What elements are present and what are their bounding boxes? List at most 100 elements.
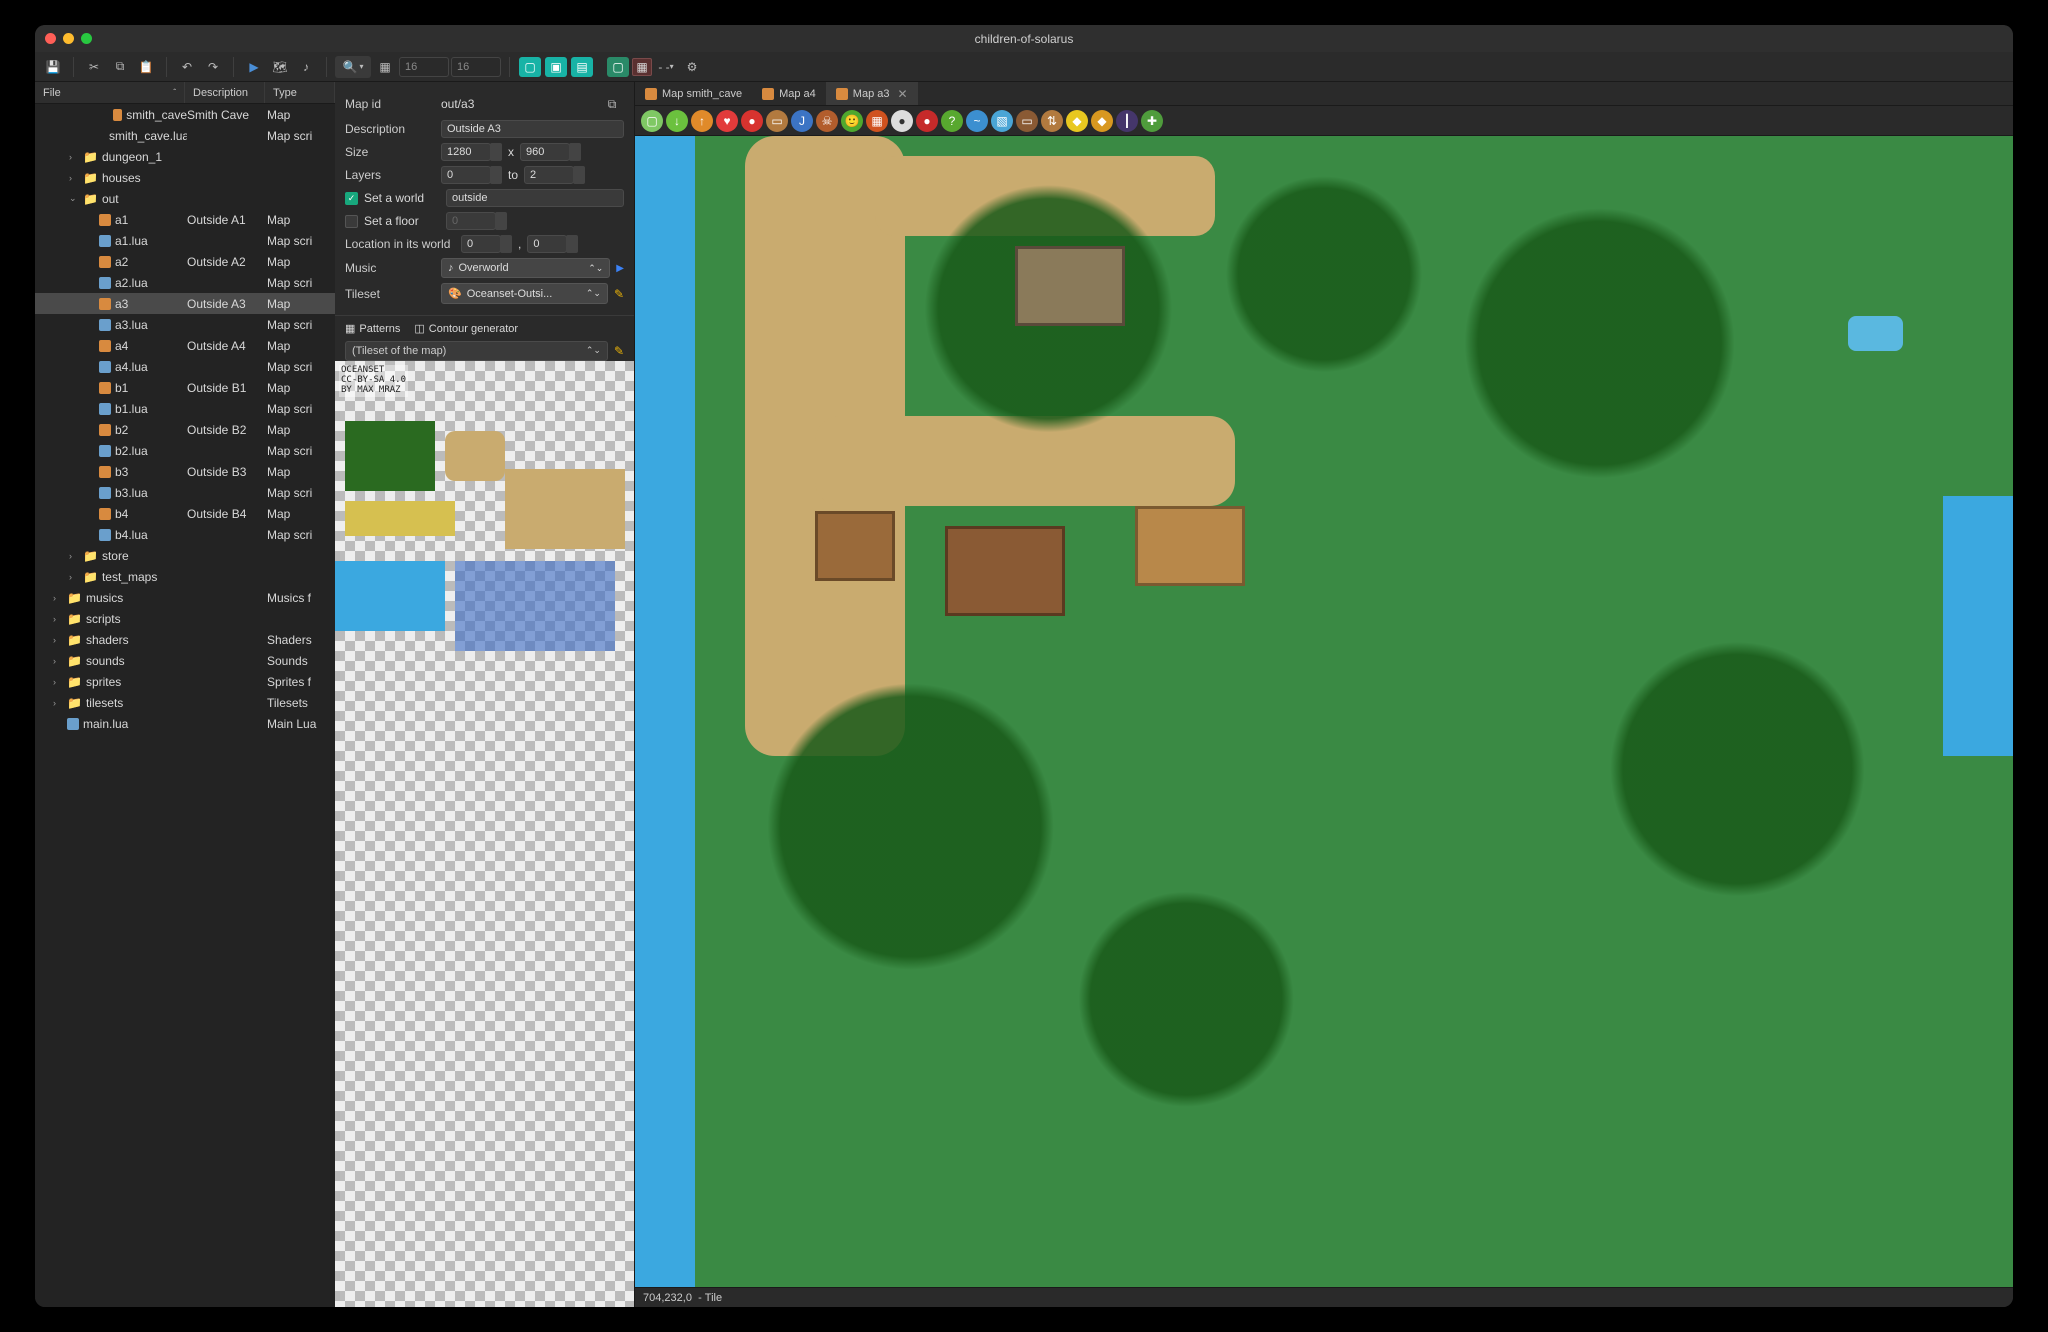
editor-tab[interactable]: Map smith_cave bbox=[635, 82, 752, 105]
stairs-icon[interactable]: ⇅ bbox=[1041, 110, 1063, 132]
col-type[interactable]: Type bbox=[265, 82, 335, 103]
tree-row[interactable]: b3Outside B3Map bbox=[35, 461, 335, 482]
world-input[interactable] bbox=[446, 189, 624, 207]
music-toggle-button[interactable]: ♪ bbox=[294, 56, 318, 78]
tree-row[interactable]: ›📁scripts bbox=[35, 608, 335, 629]
sensor-icon[interactable]: ● bbox=[916, 110, 938, 132]
tree-row[interactable]: ⌄📁out bbox=[35, 188, 335, 209]
col-file[interactable]: Fileˆ bbox=[35, 82, 185, 103]
file-tree[interactable]: smith_caveSmith CaveMapsmith_cave.luaMap… bbox=[35, 104, 335, 1307]
set-world-checkbox[interactable]: ✓ bbox=[345, 192, 358, 205]
tab-contour-generator[interactable]: ◫ Contour generator bbox=[414, 322, 518, 335]
jumper-icon[interactable]: J bbox=[791, 110, 813, 132]
editor-tab[interactable]: Map a3✕ bbox=[826, 82, 918, 105]
obstacles-toggle-button[interactable]: ▦ bbox=[632, 58, 652, 76]
undo-button[interactable]: ↶ bbox=[175, 56, 199, 78]
layer-2-button[interactable]: ▤ bbox=[571, 57, 593, 77]
tree-row[interactable]: ›📁test_maps bbox=[35, 566, 335, 587]
layer-0-button[interactable]: ▢ bbox=[519, 57, 541, 77]
expand-chevron-icon[interactable]: › bbox=[53, 635, 63, 645]
expand-chevron-icon[interactable]: › bbox=[69, 551, 79, 561]
door-icon[interactable]: ▭ bbox=[1016, 110, 1038, 132]
zoom-dropdown[interactable]: - - ▾ bbox=[654, 56, 678, 78]
separator-icon[interactable]: ┃ bbox=[1116, 110, 1138, 132]
stream-icon[interactable]: ▧ bbox=[991, 110, 1013, 132]
tree-row[interactable]: b2Outside B2Map bbox=[35, 419, 335, 440]
tree-row[interactable]: b2.luaMap scri bbox=[35, 440, 335, 461]
expand-chevron-icon[interactable]: › bbox=[53, 677, 63, 687]
tree-row[interactable]: main.luaMain Lua bbox=[35, 713, 335, 734]
set-floor-checkbox[interactable] bbox=[345, 215, 358, 228]
tree-row[interactable]: a2.luaMap scri bbox=[35, 272, 335, 293]
tree-row[interactable]: a4.luaMap scri bbox=[35, 356, 335, 377]
size-height-input[interactable] bbox=[520, 143, 570, 161]
dynamic-tile-icon[interactable]: ~ bbox=[966, 110, 988, 132]
col-description[interactable]: Description bbox=[185, 82, 265, 103]
crystal-icon[interactable]: ◆ bbox=[1066, 110, 1088, 132]
paste-button[interactable]: 📋 bbox=[134, 56, 158, 78]
chest-icon[interactable]: ▭ bbox=[766, 110, 788, 132]
tileset-edit-button[interactable]: ✎ bbox=[614, 287, 624, 301]
size-width-input[interactable] bbox=[441, 143, 491, 161]
tree-row[interactable]: a4Outside A4Map bbox=[35, 335, 335, 356]
copy-button[interactable]: ⧉ bbox=[108, 56, 132, 78]
tree-row[interactable]: b3.luaMap scri bbox=[35, 482, 335, 503]
layers-from-input[interactable] bbox=[441, 166, 491, 184]
run-map-button[interactable]: 🗺 bbox=[268, 56, 292, 78]
tree-row[interactable]: smith_caveSmith CaveMap bbox=[35, 104, 335, 125]
tree-row[interactable]: ›📁dungeon_1 bbox=[35, 146, 335, 167]
tree-row[interactable]: ›📁shadersShaders bbox=[35, 629, 335, 650]
tree-row[interactable]: ›📁store bbox=[35, 545, 335, 566]
expand-chevron-icon[interactable]: › bbox=[69, 173, 79, 183]
npc-icon[interactable]: 🙂 bbox=[841, 110, 863, 132]
wall-icon[interactable]: ✚ bbox=[1141, 110, 1163, 132]
save-button[interactable]: 💾 bbox=[41, 56, 65, 78]
tree-row[interactable]: ›📁musicsMusics f bbox=[35, 587, 335, 608]
settings-button[interactable]: ⚙ bbox=[680, 56, 704, 78]
grid-toggle-button[interactable]: ▦ bbox=[373, 56, 397, 78]
maximize-window-button[interactable] bbox=[81, 33, 92, 44]
tree-row[interactable]: smith_cave.luaMap scri bbox=[35, 125, 335, 146]
tab-patterns[interactable]: ▦ Patterns bbox=[345, 322, 400, 335]
block-icon[interactable]: ▦ bbox=[866, 110, 888, 132]
show-entities-button[interactable]: ▢ bbox=[607, 57, 629, 77]
cut-button[interactable]: ✂ bbox=[82, 56, 106, 78]
layers-to-input[interactable] bbox=[524, 166, 574, 184]
location-x-input[interactable] bbox=[461, 235, 501, 253]
crystal-block-icon[interactable]: ◆ bbox=[1091, 110, 1113, 132]
copy-id-button[interactable]: ⧉ bbox=[600, 93, 624, 115]
music-combo[interactable]: ♪ Overworld⌃⌄ bbox=[441, 258, 610, 278]
expand-chevron-icon[interactable]: › bbox=[53, 614, 63, 624]
close-tab-button[interactable]: ✕ bbox=[898, 87, 908, 101]
search-dropdown[interactable]: 🔍▾ bbox=[335, 56, 371, 78]
expand-chevron-icon[interactable]: › bbox=[69, 152, 79, 162]
tree-row[interactable]: b4Outside B4Map bbox=[35, 503, 335, 524]
tileset-preview[interactable]: OCEANSET CC-BY-SA 4.0 BY MAX MRAZ bbox=[335, 361, 634, 1307]
tree-row[interactable]: a1Outside A1Map bbox=[35, 209, 335, 230]
tree-row[interactable]: ›📁houses bbox=[35, 167, 335, 188]
expand-chevron-icon[interactable]: › bbox=[53, 593, 63, 603]
pattern-tileset-edit-button[interactable]: ✎ bbox=[614, 344, 624, 358]
grid-height-input[interactable]: 16 bbox=[451, 57, 501, 77]
expand-chevron-icon[interactable]: › bbox=[53, 656, 63, 666]
custom-icon[interactable]: ? bbox=[941, 110, 963, 132]
tree-row[interactable]: ›📁spritesSprites f bbox=[35, 671, 335, 692]
expand-chevron-icon[interactable]: ⌄ bbox=[69, 193, 79, 204]
layer-1-button[interactable]: ▣ bbox=[545, 57, 567, 77]
destructible-icon[interactable]: ● bbox=[741, 110, 763, 132]
map-canvas[interactable] bbox=[635, 136, 2013, 1287]
grid-width-input[interactable]: 16 bbox=[399, 57, 449, 77]
music-play-button[interactable]: ▶ bbox=[616, 263, 624, 274]
enemy-icon[interactable]: ☠ bbox=[816, 110, 838, 132]
switch-icon[interactable]: ● bbox=[891, 110, 913, 132]
tree-row[interactable]: ›📁tilesetsTilesets bbox=[35, 692, 335, 713]
tree-row[interactable]: b1Outside B1Map bbox=[35, 377, 335, 398]
minimize-window-button[interactable] bbox=[63, 33, 74, 44]
tree-row[interactable]: a3Outside A3Map bbox=[35, 293, 335, 314]
description-input[interactable] bbox=[441, 120, 624, 138]
tileset-combo[interactable]: 🎨 Oceanset-Outsi...⌃⌄ bbox=[441, 283, 608, 304]
tree-row[interactable]: ›📁soundsSounds bbox=[35, 650, 335, 671]
pickable-icon[interactable]: ♥ bbox=[716, 110, 738, 132]
expand-chevron-icon[interactable]: › bbox=[53, 698, 63, 708]
arrow-up-icon[interactable]: ↑ bbox=[691, 110, 713, 132]
